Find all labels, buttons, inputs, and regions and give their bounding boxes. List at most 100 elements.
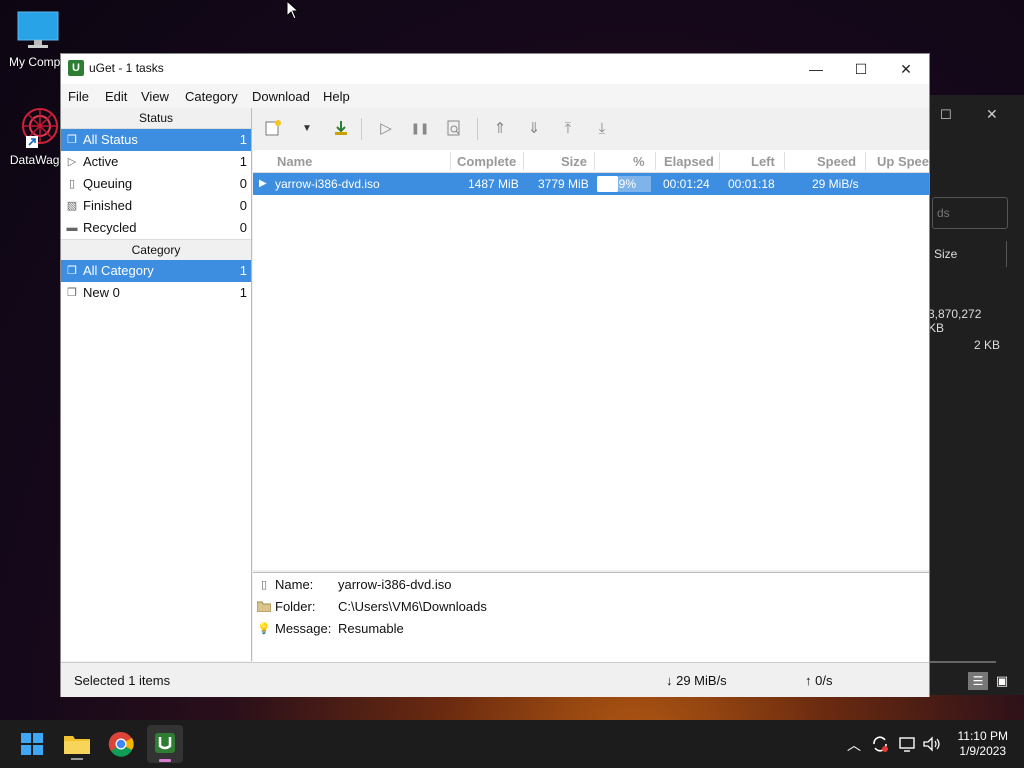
move-up-icon[interactable]: ⇑	[490, 119, 510, 139]
table-row[interactable]: ▶ yarrow-i386-dvd.iso 1487 MiB 3779 MiB …	[253, 173, 929, 195]
horizontal-scrollbar[interactable]	[928, 661, 996, 663]
sync-icon[interactable]	[871, 735, 889, 757]
toolbar-separator	[477, 118, 478, 140]
column-header-size[interactable]: Size	[934, 247, 957, 261]
start-play-icon[interactable]: ▷	[376, 119, 396, 139]
status-bar: Selected 1 items ↓ 29 MiB/s ↑ 0/s	[61, 662, 929, 697]
move-down-icon[interactable]: ⇓	[524, 119, 544, 139]
maximize-icon[interactable]: ☐	[940, 107, 952, 123]
menu-edit[interactable]: Edit	[105, 89, 127, 104]
download-list: Name Complete Size % Elapsed Left Speed …	[253, 150, 929, 570]
clock[interactable]: 11:10 PM 1/9/2023	[958, 729, 1008, 759]
lightbulb-icon: 💡	[257, 623, 271, 635]
uget-window[interactable]: U uGet - 1 tasks — ☐ ✕ File Edit View Ca…	[60, 53, 930, 697]
file-explorer-icon[interactable]	[61, 728, 93, 760]
chrome-icon[interactable]	[105, 728, 137, 760]
uget-taskbar-icon[interactable]	[147, 725, 183, 763]
status-header: Status	[61, 108, 251, 129]
progress-percent: 39%	[611, 177, 637, 191]
sidebar-item-label: New 0	[83, 285, 120, 300]
sidebar-item-finished[interactable]: ▧ Finished 0	[61, 195, 251, 217]
menu-category[interactable]: Category	[185, 89, 238, 104]
pause-icon[interactable]: ❚❚	[410, 119, 430, 139]
volume-icon[interactable]	[922, 735, 942, 757]
column-header-up-speed[interactable]: Up Spee	[877, 154, 929, 169]
column-header-name[interactable]: Name	[277, 154, 312, 169]
details-view-icon[interactable]: ☰	[968, 672, 988, 690]
task-size: 3779 MiB	[538, 177, 589, 191]
finish-flag-icon: ▧	[66, 200, 78, 212]
upload-speed[interactable]: ↑ 0/s	[805, 673, 832, 688]
network-icon[interactable]	[898, 735, 916, 757]
download-speed[interactable]: ↓ 29 MiB/s	[666, 673, 727, 688]
maximize-button[interactable]: ☐	[838, 54, 884, 84]
play-icon: ▷	[67, 156, 77, 168]
sidebar-item-count: 0	[239, 220, 247, 235]
column-header-left[interactable]: Left	[751, 154, 775, 169]
search-input[interactable]: ds	[932, 197, 1008, 229]
sidebar-item-active[interactable]: ▷ Active 1	[61, 151, 251, 173]
sidebar-item-count: 0	[239, 198, 247, 213]
datawago-icon	[22, 108, 58, 148]
document-icon: ▯	[260, 579, 268, 591]
file-size-value: 3,870,272 KB	[928, 307, 982, 335]
column-header-complete[interactable]: Complete	[457, 154, 516, 169]
new-dropdown-chevron-down-icon[interactable]: ▼	[297, 119, 317, 139]
taskbar: ︿ 11:10 PM 1/9/2023	[0, 720, 1024, 768]
sidebar-item-all-category[interactable]: ❐ All Category 1	[61, 260, 251, 282]
chevron-up-icon[interactable]: ︿	[847, 735, 861, 755]
sidebar-item-count: 1	[239, 263, 247, 278]
task-speed: 29 MiB/s	[812, 177, 859, 191]
batch-download-icon[interactable]	[331, 119, 351, 139]
title-bar[interactable]: U uGet - 1 tasks — ☐ ✕	[61, 54, 929, 84]
task-left: 00:01:18	[728, 177, 775, 191]
close-icon[interactable]: ✕	[986, 106, 998, 123]
sidebar-item-all-status[interactable]: ❐ All Status 1	[61, 129, 251, 151]
column-header-size[interactable]: Size	[561, 154, 587, 169]
properties-icon[interactable]	[444, 119, 464, 139]
sidebar-item-count: 1	[239, 285, 247, 300]
column-header-percent[interactable]: %	[633, 154, 645, 169]
task-elapsed: 00:01:24	[663, 177, 710, 191]
tiles-view-icon[interactable]: ▣	[992, 672, 1012, 690]
menu-help[interactable]: Help	[323, 89, 350, 104]
all-category-icon: ❐	[67, 265, 77, 277]
clock-time: 11:10 PM	[957, 729, 1008, 743]
uget-app-icon: U	[68, 60, 84, 76]
detail-value: yarrow-i386-dvd.iso	[338, 577, 452, 592]
mouse-cursor-icon	[286, 0, 300, 23]
sidebar-item-count: 0	[239, 176, 247, 191]
sidebar-item-queuing[interactable]: ▯ Queuing 0	[61, 173, 251, 195]
move-top-icon[interactable]: ⤒	[558, 119, 578, 139]
column-divider	[1006, 241, 1007, 267]
toolbar-separator	[361, 118, 362, 140]
detail-label: Message:	[275, 621, 332, 636]
menu-download[interactable]: Download	[252, 89, 310, 104]
toolbar: ▼ ▷ ❚❚ ⇑ ⇓ ⤒ ⤓	[253, 108, 929, 151]
task-name: yarrow-i386-dvd.iso	[275, 177, 380, 191]
sidebar-item-label: Finished	[83, 198, 133, 213]
sidebar-item-label: Active	[83, 154, 119, 169]
sidebar-item-new-0[interactable]: ❐ New 0 1	[61, 282, 251, 304]
background-explorer-window[interactable]: ☐ ✕ ds Size 3,870,272 KB 2 KB ☰ ▣	[928, 95, 1024, 695]
task-complete: 1487 MiB	[468, 177, 519, 191]
close-button[interactable]: ✕	[883, 54, 929, 84]
recycle-minus-icon: ▬	[66, 222, 78, 234]
sidebar-item-count: 1	[239, 132, 247, 147]
menu-file[interactable]: File	[68, 89, 89, 104]
list-header: Name Complete Size % Elapsed Left Speed …	[253, 150, 929, 173]
sidebar-item-recycled[interactable]: ▬ Recycled 0	[61, 217, 251, 239]
category-header: Category	[61, 239, 251, 261]
detail-value: Resumable	[338, 621, 404, 636]
category-icon: ❐	[67, 287, 77, 299]
column-header-speed[interactable]: Speed	[817, 154, 856, 169]
sidebar-item-label: Queuing	[83, 176, 133, 191]
start-windows-icon[interactable]	[16, 728, 48, 760]
minimize-button[interactable]: —	[793, 54, 839, 84]
column-header-elapsed[interactable]: Elapsed	[664, 154, 714, 169]
move-bottom-icon[interactable]: ⤓	[592, 119, 612, 139]
menu-view[interactable]: View	[141, 89, 169, 104]
new-download-icon[interactable]	[263, 119, 283, 139]
all-status-icon: ❐	[67, 134, 77, 146]
clock-date: 1/9/2023	[959, 744, 1007, 758]
